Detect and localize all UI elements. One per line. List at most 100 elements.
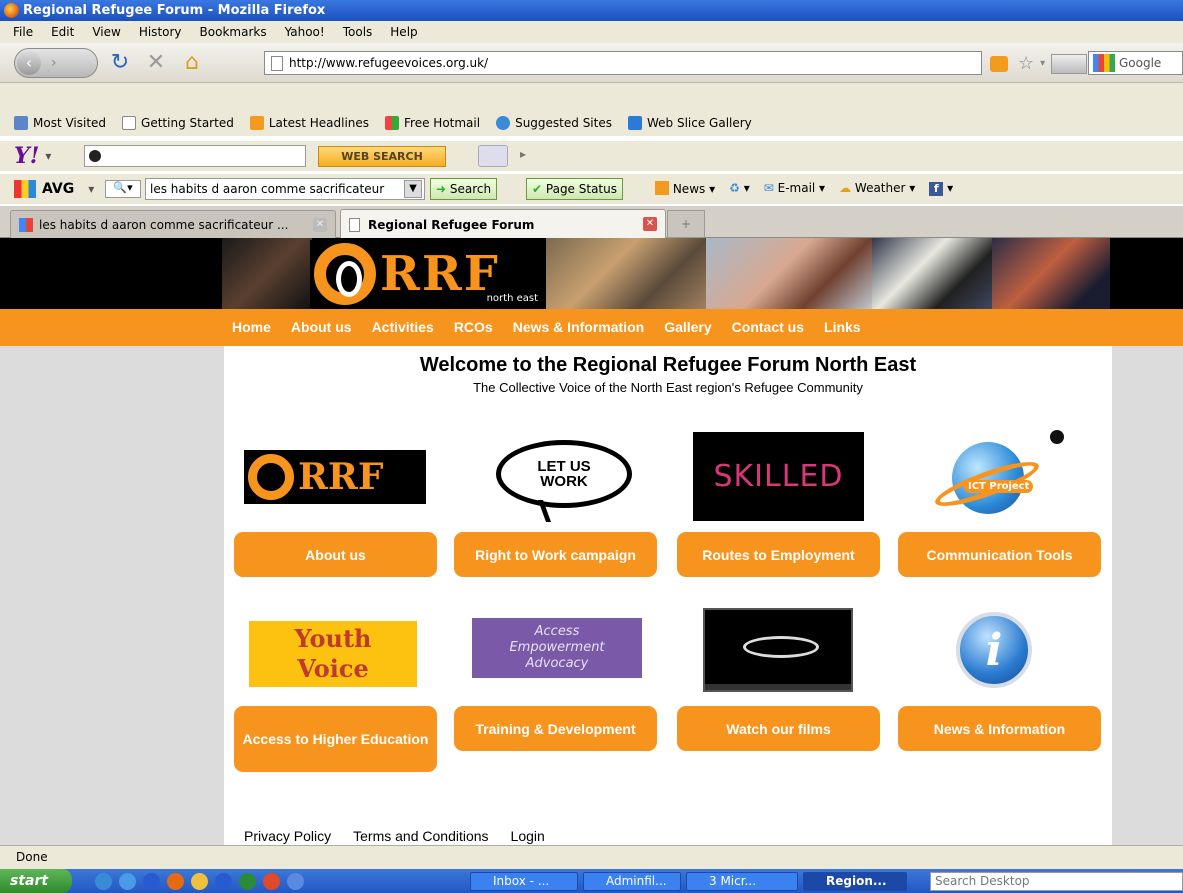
access-higher-education-button[interactable]: Access to Higher Education bbox=[234, 706, 437, 772]
menu-view[interactable]: View bbox=[85, 25, 127, 39]
google-icon[interactable] bbox=[1093, 54, 1115, 72]
video-controls-icon bbox=[705, 684, 851, 690]
nav-home[interactable]: Home bbox=[232, 319, 271, 335]
communication-tools-button[interactable]: Communication Tools bbox=[898, 532, 1101, 577]
media-icon[interactable] bbox=[143, 873, 160, 890]
paint-icon[interactable] bbox=[263, 873, 280, 890]
dot-icon bbox=[1050, 430, 1064, 444]
avg-facebook[interactable]: f ▾ bbox=[929, 181, 953, 196]
nav-contact-us[interactable]: Contact us bbox=[732, 319, 804, 335]
ict-project-image[interactable]: ICT Project bbox=[930, 430, 1074, 520]
desktop-search-input[interactable]: Search Desktop bbox=[930, 872, 1183, 891]
youth-voice-image[interactable]: Youth Voice bbox=[249, 621, 417, 687]
right-to-work-button[interactable]: Right to Work campaign bbox=[454, 532, 657, 577]
about-us-button[interactable]: About us bbox=[234, 532, 437, 577]
nav-about-us[interactable]: About us bbox=[291, 319, 352, 335]
url-bar-actions: ☆ ▾ bbox=[990, 53, 1088, 74]
access-empowerment-image[interactable]: Access Empowerment Advocacy bbox=[472, 618, 642, 678]
yahoo-web-search-button[interactable]: WEB SEARCH bbox=[318, 146, 446, 167]
menu-history[interactable]: History bbox=[132, 25, 189, 39]
menu-help[interactable]: Help bbox=[383, 25, 424, 39]
login-link[interactable]: Login bbox=[511, 828, 545, 844]
reload-icon[interactable]: ↻ bbox=[106, 49, 134, 77]
tab-search-result[interactable]: les habits d aaron comme sacrificateur .… bbox=[10, 210, 336, 238]
explorer-icon[interactable] bbox=[119, 873, 136, 890]
nav-rcos[interactable]: RCOs bbox=[454, 319, 493, 335]
close-icon[interactable]: ✕ bbox=[313, 218, 327, 232]
avg-page-status-button[interactable]: ✔ Page Status bbox=[526, 178, 623, 200]
outlook-icon[interactable] bbox=[191, 873, 208, 890]
avg-news[interactable]: News ▾ bbox=[655, 181, 715, 196]
avg-search-button[interactable]: ➜ Search bbox=[430, 178, 498, 200]
rrf-logo-text: RRF bbox=[380, 246, 500, 302]
dropdown-arrow-icon[interactable]: ▾ bbox=[1040, 58, 1045, 69]
tab-regional-refugee-forum[interactable]: Regional Refugee Forum ✕ bbox=[340, 209, 666, 239]
rrf-logo[interactable]: RRF north east bbox=[310, 240, 546, 308]
home-icon[interactable]: ⌂ bbox=[178, 49, 206, 77]
avg-weather[interactable]: ☁ Weather ▾ bbox=[839, 181, 915, 196]
watch-our-films-button[interactable]: Watch our films bbox=[677, 706, 880, 751]
bookmark-star-icon[interactable]: ☆ bbox=[1018, 53, 1034, 74]
avg-search-input[interactable]: les habits d aaron comme sacrificateur bbox=[145, 178, 425, 200]
skilled-image[interactable]: SKILLED bbox=[693, 432, 864, 521]
main-content: Welcome to the Regional Refugee Forum No… bbox=[224, 346, 1112, 845]
taskbar-region[interactable]: Region... bbox=[803, 872, 907, 891]
avg-email[interactable]: ✉ E-mail ▾ bbox=[764, 181, 825, 196]
yahoo-search-input[interactable] bbox=[84, 145, 306, 167]
addon-icon[interactable] bbox=[1051, 53, 1088, 74]
taskbar-inbox[interactable]: Inbox - ... bbox=[470, 872, 578, 891]
pencil-icon[interactable] bbox=[478, 145, 508, 167]
window-titlebar: Regional Refugee Forum - Mozilla Firefox bbox=[0, 0, 1183, 21]
word-icon[interactable] bbox=[215, 873, 232, 890]
new-tab-button[interactable]: + bbox=[667, 210, 705, 238]
menu-yahoo[interactable]: Yahoo! bbox=[278, 25, 332, 39]
bookmark-web-slice-gallery[interactable]: Web Slice Gallery bbox=[627, 116, 752, 130]
url-bar[interactable]: http://www.refugeevoices.org.uk/ bbox=[264, 51, 982, 75]
back-icon[interactable]: ‹ bbox=[17, 50, 41, 75]
chevron-right-icon[interactable]: ▸ bbox=[520, 147, 526, 161]
dropdown-arrow-icon[interactable]: ▾ bbox=[45, 149, 51, 163]
menu-file[interactable]: File bbox=[6, 25, 40, 39]
bookmark-getting-started[interactable]: Getting Started bbox=[122, 116, 234, 130]
stop-icon[interactable]: ✕ bbox=[142, 49, 170, 77]
bookmark-latest-headlines[interactable]: Latest Headlines bbox=[249, 116, 369, 130]
bookmark-suggested-sites[interactable]: Suggested Sites bbox=[496, 116, 612, 130]
film-bubble-icon bbox=[743, 636, 819, 658]
news-information-button[interactable]: News & Information bbox=[898, 706, 1101, 751]
terms-link[interactable]: Terms and Conditions bbox=[353, 828, 488, 844]
privacy-policy-link[interactable]: Privacy Policy bbox=[244, 828, 331, 844]
info-icon[interactable]: i bbox=[956, 612, 1032, 688]
close-icon[interactable]: ✕ bbox=[643, 217, 657, 231]
routes-to-employment-button[interactable]: Routes to Employment bbox=[677, 532, 880, 577]
rss-feed-icon[interactable] bbox=[990, 55, 1008, 72]
nav-news-information[interactable]: News & Information bbox=[513, 319, 644, 335]
let-us-work-image[interactable]: LET US WORK bbox=[496, 440, 632, 522]
forward-icon[interactable]: › bbox=[51, 55, 57, 71]
bookmark-label: Suggested Sites bbox=[515, 116, 612, 130]
dropdown-arrow-icon[interactable]: ▾ bbox=[88, 182, 94, 196]
menu-edit[interactable]: Edit bbox=[44, 25, 81, 39]
taskbar-adminfil[interactable]: Adminfil... bbox=[583, 872, 681, 891]
excel-icon[interactable] bbox=[239, 873, 256, 890]
menu-bookmarks[interactable]: Bookmarks bbox=[193, 25, 274, 39]
nav-gallery[interactable]: Gallery bbox=[664, 319, 711, 335]
firefox-icon[interactable] bbox=[167, 873, 184, 890]
menu-tools[interactable]: Tools bbox=[336, 25, 380, 39]
search-engine-box[interactable]: Google bbox=[1088, 51, 1183, 75]
nav-links[interactable]: Links bbox=[824, 319, 861, 335]
search-icon[interactable]: 🔍▾ bbox=[105, 180, 141, 198]
bookmark-free-hotmail[interactable]: Free Hotmail bbox=[385, 116, 480, 130]
avg-sync[interactable]: ♻ ▾ bbox=[729, 181, 750, 196]
ie-icon[interactable] bbox=[95, 873, 112, 890]
rrf-tile-image[interactable]: RRF bbox=[244, 450, 426, 504]
back-forward-buttons[interactable]: ‹ › bbox=[14, 47, 98, 78]
dropdown-arrow-icon[interactable]: ▼ bbox=[404, 180, 422, 198]
start-button[interactable]: start bbox=[0, 869, 72, 893]
yahoo-logo-icon[interactable]: Y! bbox=[14, 143, 39, 169]
app-icon[interactable] bbox=[287, 873, 304, 890]
training-development-button[interactable]: Training & Development bbox=[454, 706, 657, 751]
films-video-image[interactable] bbox=[703, 608, 853, 692]
bookmark-most-visited[interactable]: Most Visited bbox=[14, 116, 106, 130]
taskbar-microsoft[interactable]: 3 Micr... bbox=[686, 872, 798, 891]
nav-activities[interactable]: Activities bbox=[372, 319, 434, 335]
